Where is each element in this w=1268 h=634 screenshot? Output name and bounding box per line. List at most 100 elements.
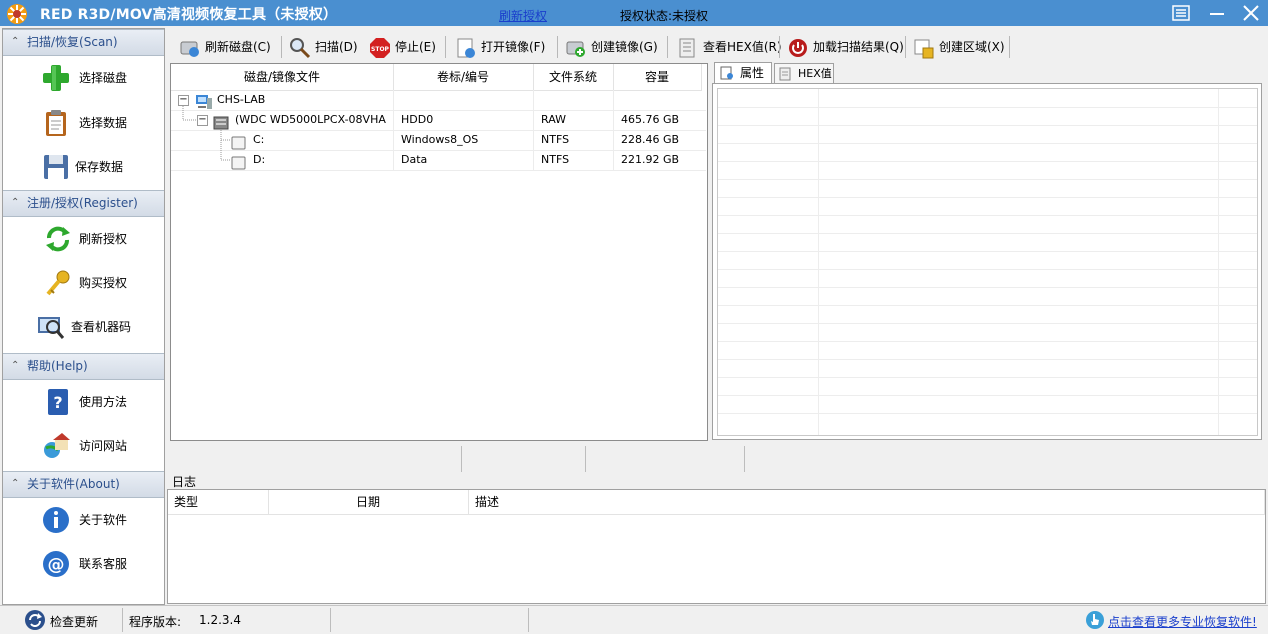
column-header-disk[interactable]: 磁盘/镜像文件 (171, 64, 394, 91)
properties-grid (717, 88, 1258, 436)
sidebar: ⌃ 扫描/恢复(Scan) 选择磁盘 选择数据 保存数据 ⌃ 注册/授权(Reg… (2, 28, 165, 605)
toolbar-separator (905, 36, 906, 58)
status-separator (122, 608, 123, 632)
table-row[interactable]: C: Windows8_OS NTFS 228.46 GB (171, 130, 706, 150)
sidebar-item-select-data[interactable]: 选择数据 (3, 102, 164, 142)
status-separator (330, 608, 331, 632)
info-icon (43, 507, 69, 533)
check-update-button[interactable]: 检查更新 (50, 613, 98, 630)
hex-grid-icon (679, 38, 695, 58)
toolbar-separator (445, 36, 446, 58)
svg-text:STOP: STOP (371, 46, 390, 53)
strip-separator (744, 446, 745, 472)
tab-properties[interactable]: 属性 (714, 62, 772, 85)
sidebar-item-about[interactable]: 关于软件 (3, 499, 164, 539)
update-icon (25, 610, 45, 630)
sidebar-item-save-data[interactable]: 保存数据 (3, 146, 164, 186)
capacity: 228.46 GB (621, 133, 680, 146)
section-header-scan[interactable]: ⌃ 扫描/恢复(Scan) (3, 29, 164, 56)
sidebar-item-contact[interactable]: @ 联系客服 (3, 543, 164, 583)
column-header-capacity[interactable]: 容量 (613, 64, 702, 91)
region-icon (914, 39, 934, 59)
toolbar: 刷新磁盘(C) 扫描(D) STOP 停止(E) 打开镜像(F) 创建镜像(G) (167, 33, 1266, 61)
close-icon (1243, 5, 1259, 21)
minimize-button[interactable] (1200, 0, 1234, 26)
partition-icon (231, 156, 246, 170)
collapse-toggle-icon[interactable]: − (197, 115, 208, 126)
sidebar-item-website[interactable]: 访问网站 (3, 425, 164, 465)
toolbar-separator (779, 36, 780, 58)
computer-icon (196, 95, 212, 109)
app-logo-icon (7, 4, 27, 24)
refresh-license-link[interactable]: 刷新授权 (499, 7, 547, 24)
version-number: 1.2.3.4 (199, 613, 241, 627)
disk-tree-table: 磁盘/镜像文件 卷标/编号 文件系统 容量 − CHS-LAB − (WDC W… (170, 63, 708, 441)
column-header-description[interactable]: 描述 (469, 490, 1265, 515)
menu-icon (1172, 5, 1190, 21)
pointer-hand-icon (1086, 611, 1104, 629)
row-divider (171, 170, 706, 171)
clipboard-icon (46, 110, 66, 136)
sidebar-item-machine-code[interactable]: 查看机器码 (3, 306, 164, 346)
help-book-icon: ? (48, 389, 68, 415)
table-row[interactable]: − CHS-LAB (171, 90, 706, 110)
view-hex-button[interactable]: 查看HEX值(R) (673, 34, 782, 60)
scan-button[interactable]: 扫描(D) (285, 34, 358, 60)
version-label: 程序版本: (129, 615, 182, 629)
minimize-icon (1210, 13, 1224, 15)
menu-button[interactable] (1164, 0, 1198, 26)
disk-name: D: (253, 153, 266, 166)
table-row[interactable]: D: Data NTFS 221.92 GB (171, 150, 706, 170)
stop-button[interactable]: STOP 停止(E) (365, 34, 437, 60)
home-globe-icon (44, 433, 70, 458)
status-separator (528, 608, 529, 632)
properties-grid-lines (718, 89, 1257, 435)
column-header-filesystem[interactable]: 文件系统 (533, 64, 614, 91)
log-title: 日志 (172, 475, 197, 489)
collapse-chevron-icon: ⌃ (11, 197, 20, 208)
open-image-button[interactable]: 打开镜像(F) (451, 34, 551, 60)
sidebar-item-select-disk[interactable]: 选择磁盘 (3, 57, 164, 97)
collapse-chevron-icon: ⌃ (11, 36, 20, 47)
collapse-toggle-icon[interactable]: − (178, 95, 189, 106)
toolbar-separator (281, 36, 282, 58)
strip-separator (461, 446, 462, 472)
load-results-button[interactable]: 加载扫描结果(Q) (783, 34, 904, 60)
sidebar-item-usage[interactable]: ? 使用方法 (3, 381, 164, 421)
table-row[interactable]: − (WDC WD5000LPCX-08VHA HDD0 RAW 465.76 … (171, 110, 706, 130)
refresh-disk-button[interactable]: 刷新磁盘(C) (175, 34, 279, 60)
column-header-type[interactable]: 类型 (168, 490, 269, 515)
tab-hex[interactable]: HEX值 (774, 63, 834, 84)
section-header-help[interactable]: ⌃ 帮助(Help) (3, 353, 164, 380)
column-header-date[interactable]: 日期 (268, 490, 469, 515)
save-disk-icon (44, 155, 68, 179)
stop-sign-icon: STOP (370, 38, 390, 58)
license-strip (167, 445, 1266, 473)
svg-text:@: @ (48, 555, 65, 575)
close-button[interactable] (1234, 0, 1268, 26)
hex-icon (779, 67, 791, 81)
status-bar: 检查更新 程序版本: 1.2.3.4 点击查看更多专业恢复软件! (0, 605, 1268, 634)
filesystem: NTFS (541, 133, 570, 146)
disk-refresh-icon (180, 41, 199, 57)
sidebar-item-refresh-license[interactable]: 刷新授权 (3, 218, 164, 258)
open-file-icon (457, 38, 475, 58)
toolbar-separator (667, 36, 668, 58)
column-header-label[interactable]: 卷标/编号 (393, 64, 534, 91)
create-image-button[interactable]: 创建镜像(G) (561, 34, 661, 60)
log-table: 类型 日期 描述 (167, 489, 1266, 604)
volume-label: HDD0 (401, 113, 434, 126)
disk-name: CHS-LAB (217, 93, 266, 106)
window-title: RED R3D/MOV高清视频恢复工具（未授权） (40, 7, 338, 23)
sidebar-item-buy-license[interactable]: 购买授权 (3, 262, 164, 302)
plus-icon (43, 65, 69, 91)
more-software-link[interactable]: 点击查看更多专业恢复软件! (1108, 613, 1257, 630)
section-header-register[interactable]: ⌃ 注册/授权(Register) (3, 190, 164, 217)
svg-text:?: ? (53, 393, 62, 412)
create-region-button[interactable]: 创建区域(X) (909, 34, 1009, 60)
disk-name: C: (253, 133, 265, 146)
key-icon (46, 270, 70, 296)
toolbar-separator (1009, 36, 1010, 58)
section-header-about[interactable]: ⌃ 关于软件(About) (3, 471, 164, 498)
email-at-icon: @ (43, 551, 69, 577)
